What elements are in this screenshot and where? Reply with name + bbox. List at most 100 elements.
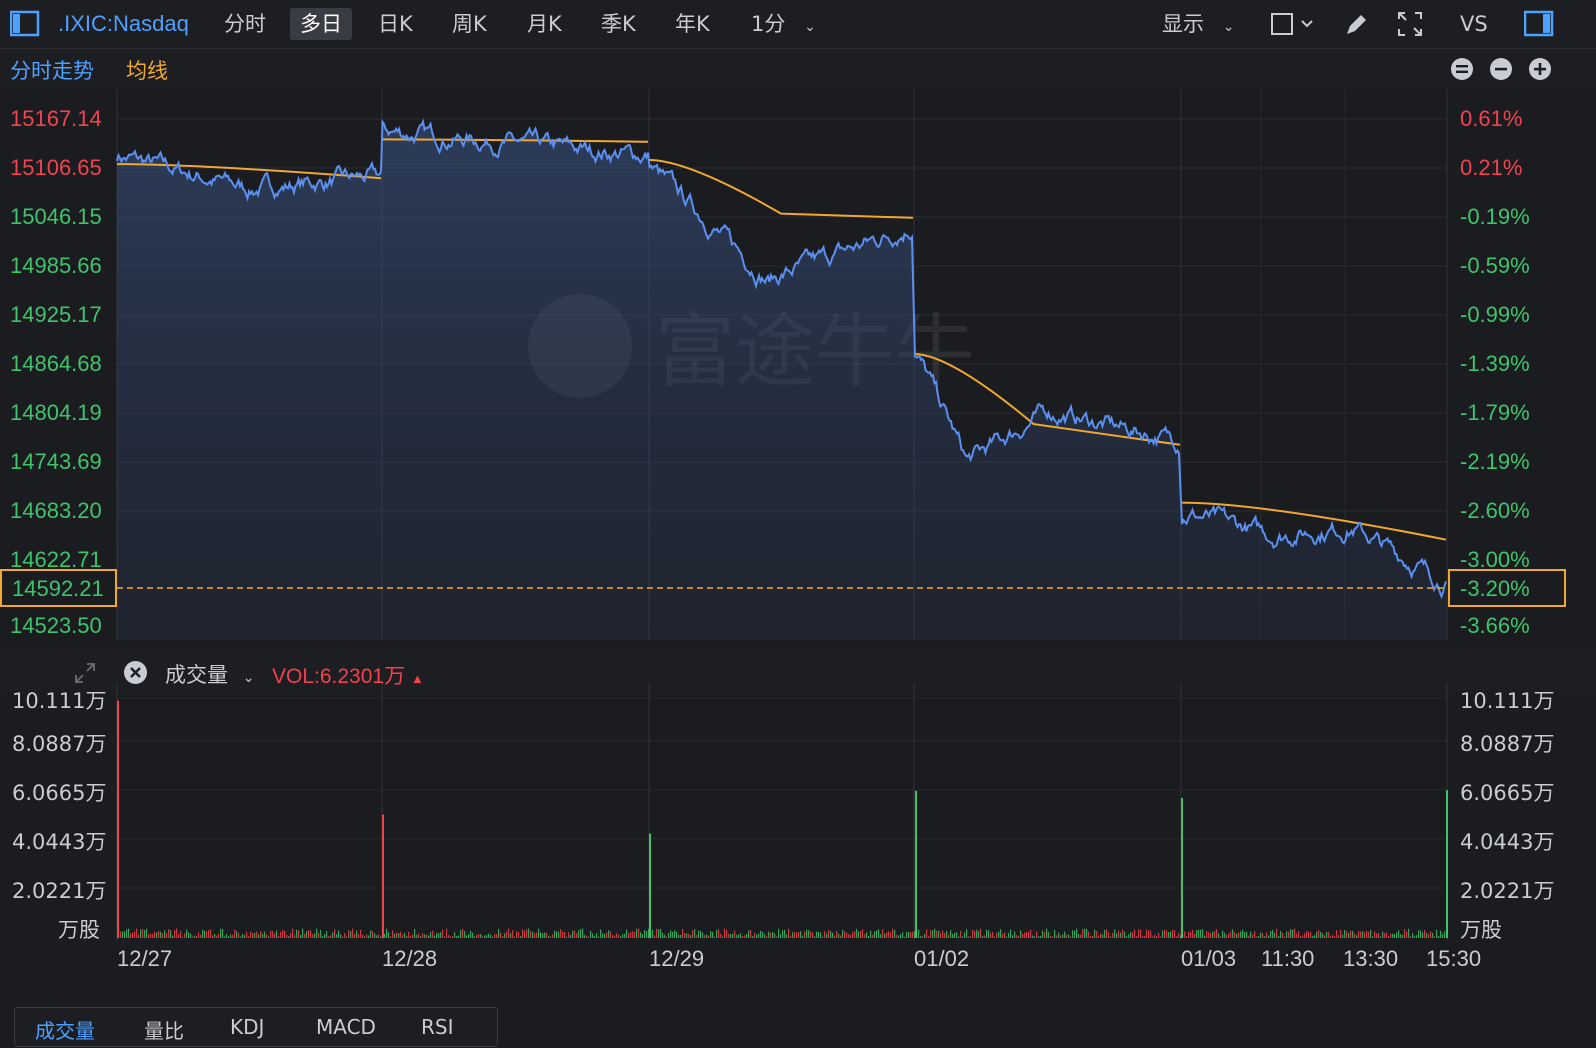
panel-toggle-icon[interactable] [1523, 10, 1554, 38]
volume-bar [1104, 929, 1106, 938]
volume-bar [896, 934, 898, 938]
tab-daily-k[interactable]: 日K [378, 8, 413, 40]
sidebar-toggle-icon[interactable] [9, 10, 40, 38]
volume-bar [698, 930, 700, 938]
volume-bar [910, 931, 912, 938]
volume-bar [894, 930, 896, 938]
interval-select[interactable]: 1分 ⌄ [751, 8, 816, 40]
volume-bar [474, 936, 476, 938]
volume-bar [188, 932, 190, 938]
volume-bar [148, 934, 150, 938]
volume-bar [1112, 932, 1114, 938]
tab-macd[interactable]: MACD [316, 1015, 376, 1039]
volume-bar [1046, 928, 1048, 938]
tab-multi-day[interactable]: 多日 [290, 8, 352, 40]
volume-bar [1030, 929, 1032, 938]
tab-volume[interactable]: 成交量 [35, 1015, 95, 1044]
volume-chart[interactable] [0, 683, 1596, 941]
volume-bar [1224, 932, 1226, 938]
tab-weekly-k[interactable]: 周K [452, 8, 487, 40]
volume-bar [820, 932, 822, 938]
volume-bar [1320, 932, 1322, 938]
volume-bar [918, 929, 920, 938]
volume-bar [1292, 929, 1294, 938]
volume-bar [276, 930, 278, 938]
volume-bar [410, 935, 412, 938]
volume-bar [378, 934, 380, 938]
volume-bar [236, 931, 238, 938]
tab-volume-ratio[interactable]: 量比 [144, 1015, 184, 1044]
volume-bar [1310, 932, 1312, 938]
volume-bar [1196, 930, 1198, 938]
volume-bar [1248, 935, 1250, 938]
volume-bar [968, 936, 970, 938]
pen-icon[interactable] [1342, 10, 1370, 38]
zoom-in-icon[interactable] [1528, 57, 1552, 85]
symbol-label[interactable]: .IXIC:Nasdaq [58, 8, 189, 40]
volume-bar [1374, 931, 1376, 938]
tab-rsi[interactable]: RSI [421, 1015, 454, 1039]
volume-bar [238, 933, 240, 938]
volume-bar [720, 934, 722, 938]
volume-bar [1428, 933, 1430, 938]
tab-kdj[interactable]: KDJ [230, 1015, 264, 1039]
volume-bar [1200, 929, 1202, 938]
volume-bar [436, 932, 438, 938]
volume-bar [1012, 935, 1014, 938]
volume-bar [1290, 929, 1292, 938]
volume-bar [360, 929, 362, 938]
volume-bar [860, 930, 862, 938]
volume-bar [990, 933, 992, 938]
volume-bar [922, 936, 924, 938]
volume-bar [1090, 935, 1092, 938]
volume-bar [538, 928, 540, 938]
volume-bar [976, 929, 978, 938]
volume-bar [494, 934, 496, 938]
volume-bar [464, 931, 466, 938]
volume-bar [272, 930, 274, 938]
zoom-reset-icon[interactable] [1450, 57, 1474, 85]
price-tick-label: 14864.68 [10, 351, 102, 376]
volume-bar [584, 935, 586, 938]
tab-intraday[interactable]: 分时 [224, 8, 266, 40]
volume-bar [1156, 936, 1158, 938]
volume-bar [612, 935, 614, 938]
display-menu[interactable]: 显示 ⌄ [1162, 8, 1234, 40]
price-tick-label: 15046.15 [10, 204, 102, 229]
tab-monthly-k[interactable]: 月K [527, 8, 562, 40]
volume-bar [376, 935, 378, 938]
tab-quarterly-k[interactable]: 季K [601, 8, 636, 40]
volume-bar [324, 934, 326, 938]
volume-bar [638, 928, 640, 938]
price-tick-label: 15106.65 [10, 155, 102, 180]
tab-yearly-k[interactable]: 年K [675, 8, 710, 40]
zoom-out-icon[interactable] [1489, 57, 1513, 85]
volume-bar [406, 936, 408, 938]
compare-vs-button[interactable]: VS [1460, 8, 1488, 40]
volume-spike-bar [1446, 790, 1448, 938]
volume-bar [1274, 932, 1276, 938]
volume-tick-label: 10.111万 [1460, 689, 1555, 713]
price-chart[interactable]: 富途牛牛 [0, 89, 1596, 651]
volume-bar [500, 932, 502, 938]
volume-bar [1254, 931, 1256, 938]
volume-bar [150, 933, 152, 938]
volume-bar [1246, 931, 1248, 938]
volume-bar [874, 931, 876, 938]
volume-bar [838, 933, 840, 938]
volume-spike-bar [117, 700, 119, 938]
volume-bar [438, 933, 440, 938]
draw-shape-menu[interactable] [1270, 10, 1320, 38]
volume-bar [972, 929, 974, 938]
volume-bar [736, 934, 738, 938]
volume-bar [306, 931, 308, 938]
volume-bar [930, 930, 932, 938]
volume-bar [130, 933, 132, 938]
volume-bar [966, 929, 968, 938]
volume-spike-bar [915, 790, 917, 938]
volume-bar [936, 930, 938, 938]
volume-bars [117, 700, 1448, 938]
volume-bar [1068, 934, 1070, 938]
fullscreen-icon[interactable] [1396, 10, 1424, 38]
indicator-tabs: 成交量 量比 KDJ MACD RSI [14, 1007, 498, 1047]
